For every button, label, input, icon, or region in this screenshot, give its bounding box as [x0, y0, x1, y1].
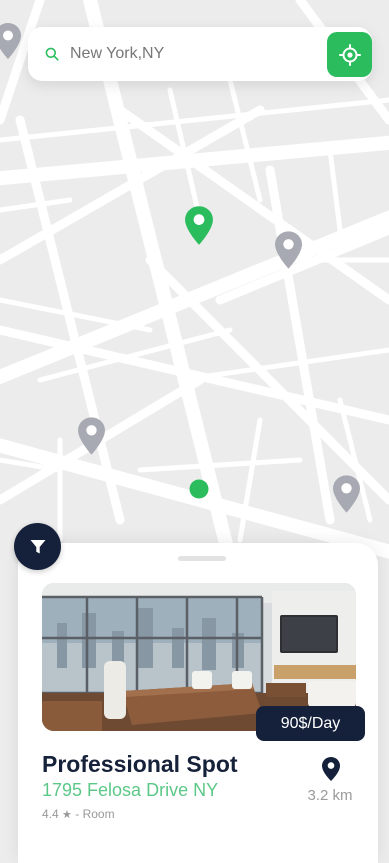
- price-badge: 90$/Day: [256, 706, 365, 741]
- filter-button[interactable]: [14, 523, 61, 570]
- search-icon: [45, 47, 59, 61]
- current-location-dot-icon: [189, 479, 209, 499]
- map-pin-gray-icon[interactable]: [0, 22, 22, 60]
- filter-funnel-icon: [30, 539, 45, 553]
- meta-separator: -: [75, 807, 80, 821]
- search-input[interactable]: New York,NY: [70, 27, 312, 81]
- crosshair-icon: [338, 43, 361, 66]
- map-pin-selected-icon[interactable]: [184, 205, 214, 246]
- listing-type: Room: [82, 807, 115, 821]
- map-pin-gray-icon[interactable]: [274, 230, 303, 270]
- listing-address: 1795 Felosa Drive NY: [42, 780, 219, 800]
- search-bar[interactable]: New York,NY: [28, 27, 372, 81]
- rating-value: 4.4: [42, 807, 59, 821]
- listing-meta: 4.4 ★ - Room: [42, 807, 115, 821]
- listing-card[interactable]: 90$/Day Professional Spot 1795 Felosa Dr…: [18, 543, 378, 863]
- locate-me-button[interactable]: [327, 32, 372, 77]
- star-icon: ★: [62, 809, 72, 821]
- map-pin-gray-icon[interactable]: [77, 416, 106, 456]
- map-pin-gray-icon[interactable]: [332, 474, 361, 514]
- location-pin-icon: [322, 757, 340, 781]
- distance-label: 3.2 km: [307, 787, 353, 804]
- sheet-drag-handle[interactable]: [178, 556, 226, 561]
- listing-title[interactable]: Professional Spot: [42, 751, 238, 778]
